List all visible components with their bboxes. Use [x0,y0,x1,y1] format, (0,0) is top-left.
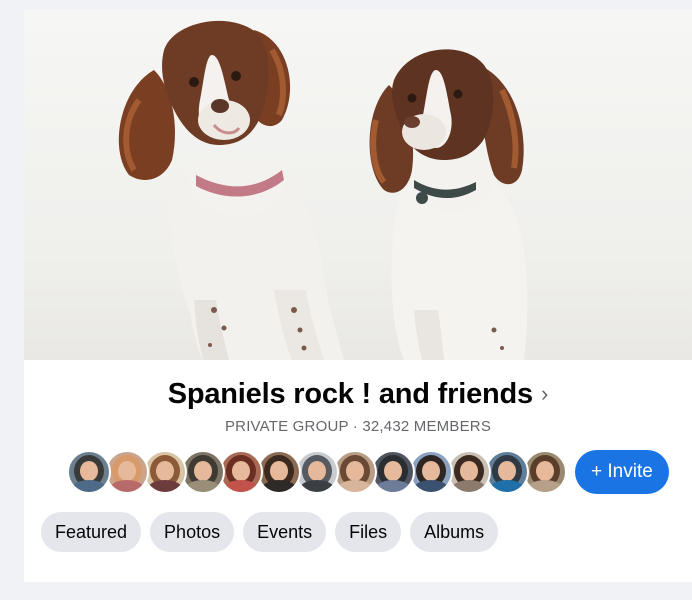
invite-button[interactable]: + Invite [575,450,669,494]
group-page: Spaniels rock ! and friends › PRIVATE GRO… [0,0,692,600]
tab-featured[interactable]: Featured [41,512,142,552]
tab-files[interactable]: Files [335,512,402,552]
tab-events[interactable]: Events [243,512,327,552]
cover-photo[interactable] [24,10,692,360]
cover-photo-illustration [118,20,528,360]
member-avatar[interactable] [67,450,111,494]
group-privacy-members: PRIVATE GROUP · 32,432 MEMBERS [224,418,492,435]
member-avatar[interactable] [219,450,263,494]
left-spaniel [118,20,344,360]
tab-photos[interactable]: Photos [150,512,235,552]
group-header-card: Spaniels rock ! and friends › PRIVATE GRO… [24,10,692,582]
member-avatar[interactable] [181,450,225,494]
member-avatar[interactable] [143,450,187,494]
group-title-row[interactable]: Spaniels rock ! and friends › [24,378,692,411]
member-avatar[interactable] [485,450,529,494]
member-avatar[interactable] [257,450,301,494]
member-avatar[interactable] [105,450,149,494]
tab-albums[interactable]: Albums [410,512,499,552]
member-avatar[interactable] [523,450,567,494]
member-avatar[interactable] [371,450,415,494]
member-avatar[interactable] [295,450,339,494]
chevron-right-icon[interactable]: › [541,381,548,407]
group-info: Spaniels rock ! and friends › PRIVATE GRO… [24,360,692,582]
avatar-list [67,450,567,494]
group-name[interactable]: Spaniels rock ! and friends [168,378,533,410]
member-avatar[interactable] [333,450,377,494]
right-spaniel [369,49,528,360]
member-avatars-row: + Invite [67,449,669,495]
group-tabs: Featured Photos Events Files Albums [41,512,507,552]
member-avatar[interactable] [409,450,453,494]
member-avatar[interactable] [447,450,491,494]
